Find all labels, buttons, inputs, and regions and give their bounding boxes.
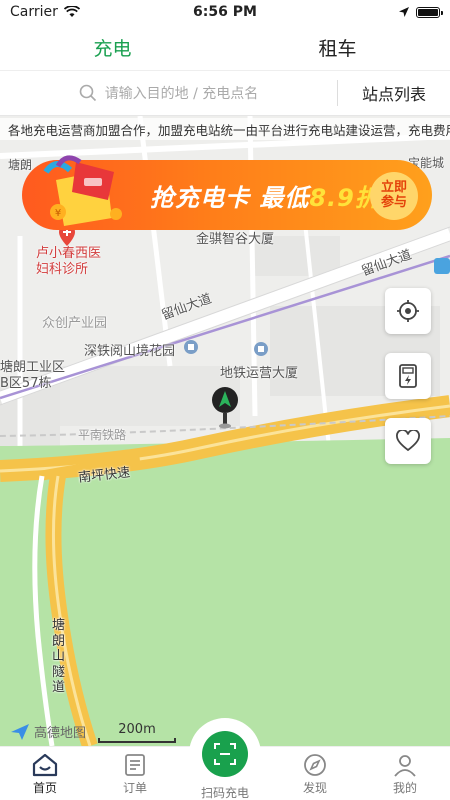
scan-charge-label: 扫码充电 <box>200 786 249 800</box>
charging-pile-icon <box>399 364 417 388</box>
gift-box-icon: ¥ <box>43 155 122 226</box>
building-poi-icon <box>184 340 198 354</box>
carrier-label: Carrier <box>10 4 58 20</box>
crosshair-icon <box>397 300 419 322</box>
nav-home-label: 首页 <box>32 781 57 795</box>
tab-car-rental[interactable]: 租车 <box>225 24 450 70</box>
amap-logo-icon <box>11 723 29 740</box>
top-tab-bar: 充电 租车 <box>0 24 450 70</box>
location-arrow-icon <box>399 7 409 17</box>
nav-discover-label: 发现 <box>302 781 327 795</box>
nav-orders[interactable]: 订单 <box>90 747 180 800</box>
scan-charge-button[interactable] <box>189 718 261 790</box>
status-time: 6:56 PM <box>193 4 257 20</box>
announcement-bar[interactable]: 各地充电运营商加盟合作，加盟充电站统一由平台进行充电站建设运营，充电费用线上支付 <box>0 118 450 140</box>
map-scale-label: 200m <box>118 722 156 737</box>
map-label-shenkuai: 深铁阅山境花园 <box>84 344 176 359</box>
map-label-jinqi: 金骐智谷大厦 <box>196 232 275 247</box>
scan-icon <box>214 743 236 765</box>
banner-title-text: 抢充电卡 最低 <box>150 184 310 212</box>
nav-profile-label: 我的 <box>392 781 417 795</box>
locate-button[interactable] <box>385 288 431 334</box>
banner-title: 抢充电卡 最低8.9折 <box>150 178 380 213</box>
join-now-button[interactable]: 立即参与 <box>370 172 418 220</box>
compass-icon <box>304 754 326 776</box>
svg-text:¥: ¥ <box>55 208 61 219</box>
map-label-tanglang-industrial: 塘朗工业区 B区57栋 <box>0 360 66 391</box>
map-scale-bar <box>98 738 176 743</box>
building-poi-icon-2 <box>254 342 268 356</box>
search-placeholder: 请输入目的地 / 充电点名 <box>104 86 259 102</box>
search-icon <box>79 84 96 102</box>
favorites-button[interactable] <box>385 418 431 464</box>
nav-profile[interactable]: 我的 <box>360 747 450 800</box>
battery-icon <box>416 6 443 18</box>
announcement-text: 各地充电运营商加盟合作，加盟充电站统一由平台进行充电站建设运营，充电费用线上支付 <box>8 122 450 138</box>
map-label-pingnan: 平南铁路 <box>78 428 127 442</box>
amap-logo-text: 高德地图 <box>34 726 87 741</box>
join-now-label: 立即参与 <box>380 180 407 210</box>
station-list-button[interactable]: 站点列表 <box>338 81 450 105</box>
status-bar: Carrier 6:56 PM <box>0 0 450 24</box>
map-label-ditie: 地铁运营大厦 <box>220 366 299 381</box>
search-row: 请输入目的地 / 充电点名 站点列表 <box>0 70 450 116</box>
map-label-tunnel: 塘 朗 山 隧 道 <box>52 618 66 696</box>
tab-charging[interactable]: 充电 <box>0 24 225 70</box>
scan-button-circle <box>202 731 248 777</box>
map-label-zhongchuang: 众创产业园 <box>42 316 108 331</box>
profile-icon <box>394 755 416 777</box>
map-label-tanglang-top: 塘朗 <box>8 158 33 172</box>
wifi-icon <box>63 6 80 17</box>
current-location-marker <box>212 387 238 429</box>
promo-banner[interactable]: ¥ 抢充电卡 最低8.9折 立即参与 <box>22 155 432 230</box>
heart-icon <box>396 430 420 452</box>
search-input[interactable]: 请输入目的地 / 充电点名 <box>0 71 337 115</box>
nav-home[interactable]: 首页 <box>0 747 90 800</box>
order-icon <box>125 754 145 776</box>
nav-discover[interactable]: 发现 <box>270 747 360 800</box>
map-scale: 200m <box>98 722 176 743</box>
map-label-luxiaochun: 卢小春西医 妇科诊所 <box>36 246 102 278</box>
charging-station-filter-button[interactable] <box>385 353 431 399</box>
nav-orders-label: 订单 <box>122 781 147 795</box>
home-icon <box>32 753 58 777</box>
amap-logo: 高德地图 <box>10 722 86 741</box>
